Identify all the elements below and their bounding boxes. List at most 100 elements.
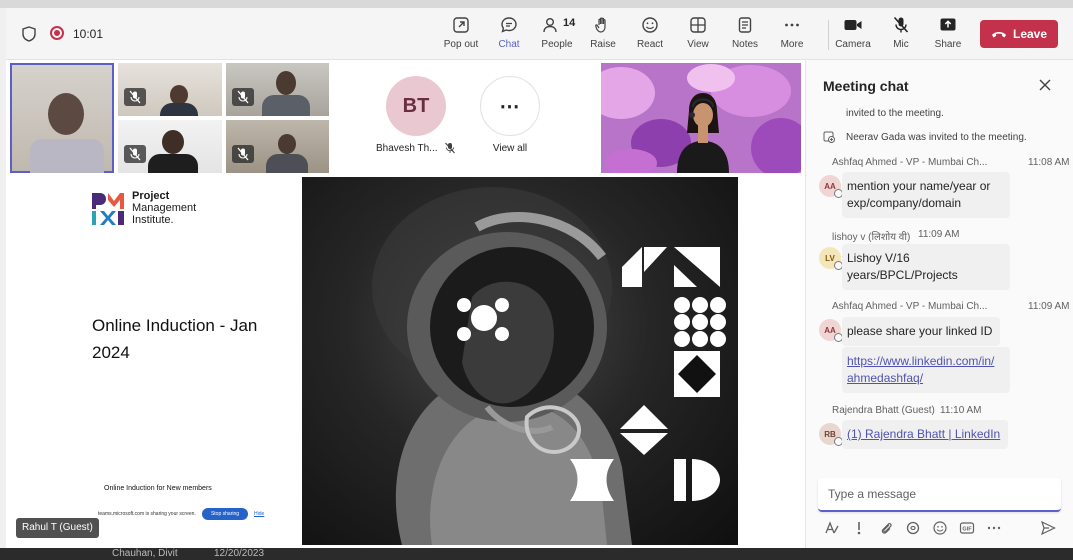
message-compose-box[interactable] xyxy=(818,478,1061,512)
add-person-icon xyxy=(823,131,835,143)
linkedin-url-link[interactable]: ahmedashfaq/ xyxy=(847,370,1002,387)
more-icon xyxy=(785,23,799,27)
popout-button[interactable]: Pop out xyxy=(436,14,486,58)
window-top-strip xyxy=(0,0,1073,8)
message-input[interactable] xyxy=(828,487,1048,501)
more-options-icon[interactable] xyxy=(986,520,1002,536)
send-icon[interactable] xyxy=(1040,520,1056,536)
participant-body xyxy=(160,103,198,116)
message-meta: Ashfaq Ahmed - VP - Mumbai Ch... 11:08 A… xyxy=(832,157,1070,168)
recording-icon xyxy=(50,26,64,40)
chat-button[interactable]: Chat xyxy=(484,14,534,62)
background-date: 12/20/2023 xyxy=(214,548,265,559)
close-icon[interactable] xyxy=(1038,78,1052,92)
teams-meeting-window: 10:01 Pop out Chat 14 People Raise React… xyxy=(0,0,1073,560)
sender-avatar[interactable]: LV xyxy=(819,247,843,270)
popout-label: Pop out xyxy=(443,39,479,50)
chat-message: mention your name/year or exp/company/do… xyxy=(842,172,1010,218)
participant-video-tile[interactable] xyxy=(118,120,222,173)
linkedin-profile-link[interactable]: (1) Rajendra Bhatt | LinkedIn xyxy=(847,427,1000,441)
raise-hand-button[interactable]: Raise xyxy=(578,14,628,58)
react-label: React xyxy=(636,39,664,50)
mic-label: Mic xyxy=(893,39,909,50)
grid-icon xyxy=(690,17,706,33)
notes-button[interactable]: Notes xyxy=(720,14,770,58)
format-icon[interactable] xyxy=(824,520,840,536)
participant-video-tile[interactable] xyxy=(10,63,114,173)
svg-text:GIF: GIF xyxy=(962,527,972,533)
slide-astronaut-image xyxy=(302,177,738,545)
people-label: People xyxy=(541,39,573,50)
chat-message: (1) Rajendra Bhatt | LinkedIn xyxy=(842,420,1009,449)
mic-button[interactable]: Mic xyxy=(876,14,926,58)
participant-head xyxy=(276,71,296,95)
emoji-icon[interactable] xyxy=(932,520,948,536)
presenter-video-tile[interactable] xyxy=(601,63,801,173)
mic-off-icon xyxy=(893,16,909,33)
attach-icon[interactable] xyxy=(878,520,894,536)
background-name: Chauhan, Divit xyxy=(112,548,178,559)
message-line: Lishoy V/16 xyxy=(847,251,910,265)
shield-icon[interactable] xyxy=(22,26,36,42)
message-line: years/BPCL/Projects xyxy=(847,268,958,282)
camera-button[interactable]: Camera xyxy=(828,14,878,58)
message-sender: lishoy v (लिशोय वी) xyxy=(832,232,911,243)
chat-message: please share your linked ID xyxy=(842,317,1001,346)
message-line: mention your name/year or xyxy=(847,179,991,193)
loop-icon[interactable] xyxy=(905,520,921,536)
view-all-button[interactable]: ⋯ xyxy=(480,76,540,136)
phone-hangup-icon xyxy=(991,32,1006,38)
participant-video-tile[interactable] xyxy=(226,63,329,116)
slide-title: Online Induction - Jan 2024 xyxy=(92,316,258,362)
participant-body xyxy=(262,95,310,116)
participant-head xyxy=(48,93,84,135)
people-button[interactable]: 14 People xyxy=(532,14,582,58)
leave-button[interactable]: Leave xyxy=(980,20,1058,48)
meeting-chat-panel: Meeting chat invited to the meeting. Nee… xyxy=(805,60,1073,548)
camera-label: Camera xyxy=(835,39,871,50)
system-message: Neerav Gada was invited to the meeting. xyxy=(846,132,1027,143)
message-time: 11:09 AM xyxy=(1028,301,1070,312)
participant-avatar[interactable]: BT xyxy=(386,76,446,136)
meeting-timer: 10:01 xyxy=(73,27,104,41)
chat-panel-title: Meeting chat xyxy=(823,78,909,94)
participant-name-tag: Rahul T (Guest) xyxy=(16,518,99,538)
pmi-line1: Project xyxy=(132,190,170,202)
muted-badge xyxy=(232,145,254,163)
participant-video-tile[interactable] xyxy=(118,63,222,116)
priority-icon[interactable] xyxy=(851,520,867,536)
hand-icon xyxy=(595,17,606,33)
screen-share-banner: teams.microsoft.com is sharing your scre… xyxy=(88,505,268,523)
view-all-label: View all xyxy=(492,143,528,154)
sender-avatar[interactable]: AA xyxy=(819,175,843,198)
smiley-icon xyxy=(642,17,658,33)
gif-icon[interactable]: GIF xyxy=(959,520,975,536)
slide-subtitle: Online Induction for New members xyxy=(104,485,212,492)
stop-sharing-button[interactable]: Stop sharing xyxy=(202,508,248,520)
mic-off-icon xyxy=(129,147,141,161)
dot-grid xyxy=(674,297,726,347)
hide-banner-link[interactable]: Hide xyxy=(254,511,264,517)
leave-label: Leave xyxy=(1012,27,1048,41)
participant-name: Bhavesh Th... xyxy=(376,143,438,154)
message-sender: Ashfaq Ahmed - VP - Mumbai Ch... xyxy=(832,157,988,168)
sender-avatar[interactable]: RB xyxy=(819,423,843,446)
muted-badge xyxy=(124,88,146,106)
participant-head xyxy=(278,134,296,154)
camera-icon xyxy=(844,20,862,30)
raise-label: Raise xyxy=(590,39,616,50)
participant-body xyxy=(30,139,104,173)
react-button[interactable]: React xyxy=(625,14,675,58)
view-button[interactable]: View xyxy=(673,14,723,58)
more-label: More xyxy=(780,39,804,50)
sender-avatar[interactable]: AA xyxy=(819,319,843,342)
popout-icon xyxy=(453,17,469,33)
slide-text-panel: Project Management Institute. Online Ind… xyxy=(74,177,302,545)
astronaut-illustration xyxy=(372,187,726,545)
message-sender: Rajendra Bhatt (Guest) xyxy=(832,405,935,416)
participant-video-tile[interactable] xyxy=(226,120,329,173)
more-button[interactable]: More xyxy=(767,14,817,58)
share-button[interactable]: Share xyxy=(923,14,973,58)
message-meta: Rajendra Bhatt (Guest) 11:10 AM xyxy=(832,405,982,416)
linkedin-url-link[interactable]: https://www.linkedin.com/in/ xyxy=(847,353,1002,370)
